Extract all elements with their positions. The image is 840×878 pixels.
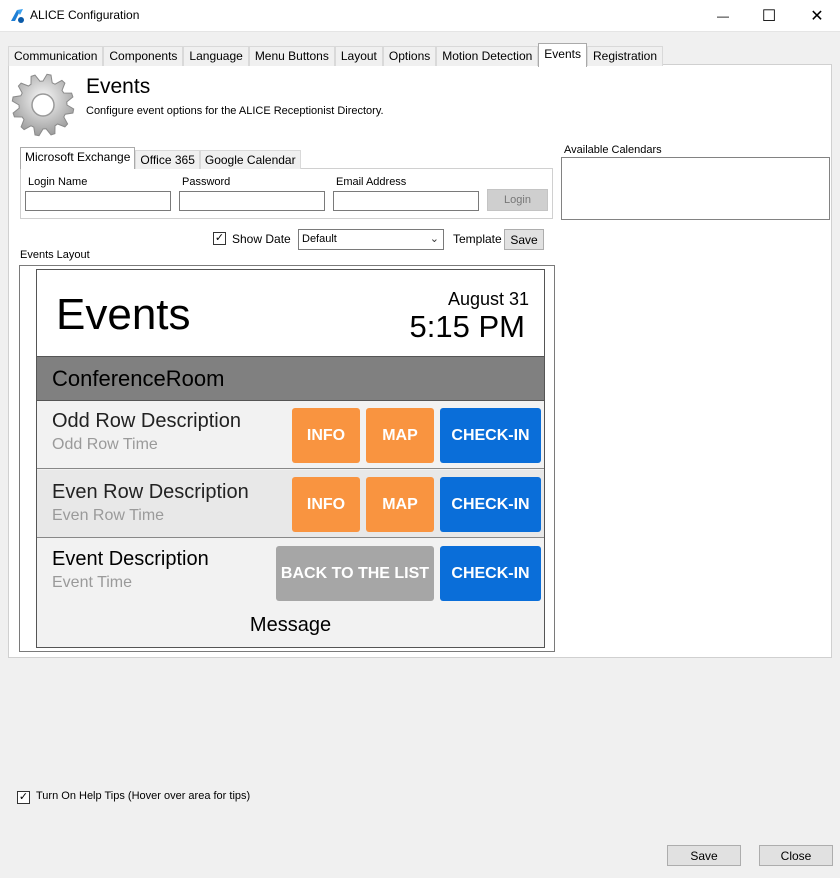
chevron-down-icon: ⌄ <box>429 233 439 245</box>
events-layout-label: Events Layout <box>20 249 90 261</box>
password-label: Password <box>182 176 231 188</box>
close-icon: ✕ <box>810 8 824 25</box>
gear-icon <box>10 72 76 138</box>
checkmark-icon: ✓ <box>214 232 225 244</box>
back-to-list-button[interactable]: BACK TO THE LIST <box>276 546 434 601</box>
main-tab-strip: Communication Components Language Menu Butt… <box>8 43 664 67</box>
tab-menu-buttons[interactable]: Menu Buttons <box>248 46 335 66</box>
event-description: Event Description <box>52 548 209 570</box>
save-button[interactable]: Save <box>667 845 741 866</box>
page-description: Configure event options for the ALICE Re… <box>86 105 384 117</box>
checkmark-icon: ✓ <box>18 791 29 803</box>
even-info-button[interactable]: INFO <box>292 477 360 532</box>
close-button[interactable]: Close <box>759 845 833 866</box>
window-title: ALICE Configuration <box>30 8 140 22</box>
odd-map-button[interactable]: MAP <box>366 408 434 463</box>
close-window-button[interactable]: ✕ <box>794 0 840 32</box>
tab-communication[interactable]: Communication <box>8 46 104 66</box>
tab-components[interactable]: Components <box>103 46 184 66</box>
maximize-icon: ☐ <box>761 8 777 25</box>
preview-date: August 31 <box>447 289 529 309</box>
calendar-tab-office-365[interactable]: Office 365 <box>135 150 200 169</box>
login-button[interactable]: Login <box>487 189 548 211</box>
odd-row-time: Odd Row Time <box>52 436 158 453</box>
template-label: Template <box>453 232 502 246</box>
odd-info-button[interactable]: INFO <box>292 408 360 463</box>
preview-title: Events <box>56 290 191 339</box>
tab-layout[interactable]: Layout <box>334 46 383 66</box>
tab-options[interactable]: Options <box>382 46 437 66</box>
alice-app-icon <box>8 7 26 25</box>
help-tips-label: Turn On Help Tips (Hover over area for t… <box>36 790 251 802</box>
template-save-button[interactable]: Save <box>504 229 544 250</box>
login-name-label: Login Name <box>28 176 88 188</box>
template-select[interactable]: Default ⌄ <box>298 229 444 250</box>
help-tips-checkbox[interactable]: ✓ <box>17 791 30 804</box>
even-row-description: Even Row Description <box>52 481 249 503</box>
available-calendars-list[interactable] <box>561 157 830 220</box>
email-address-label: Email Address <box>336 176 407 188</box>
tab-language[interactable]: Language <box>183 46 249 66</box>
even-checkin-button[interactable]: CHECK-IN <box>440 477 541 532</box>
template-selected-value: Default <box>302 233 337 245</box>
odd-checkin-button[interactable]: CHECK-IN <box>440 408 541 463</box>
even-row-time: Even Row Time <box>52 507 165 524</box>
login-name-input[interactable] <box>25 191 171 211</box>
even-map-button[interactable]: MAP <box>366 477 434 532</box>
event-time: Event Time <box>52 574 133 591</box>
preview-time: 5:15 PM <box>409 309 525 344</box>
tab-events[interactable]: Events <box>538 43 587 67</box>
show-date-label: Show Date <box>232 232 291 246</box>
minimize-icon: — <box>717 9 729 23</box>
maximize-button[interactable]: ☐ <box>746 0 792 32</box>
tab-registration[interactable]: Registration <box>586 46 664 66</box>
email-address-input[interactable] <box>333 191 479 211</box>
show-date-checkbox[interactable]: ✓ <box>213 232 226 245</box>
available-calendars-label: Available Calendars <box>564 144 662 156</box>
password-input[interactable] <box>179 191 325 211</box>
calendar-tab-strip: Microsoft Exchange Office 365 Google Calen… <box>20 147 301 169</box>
calendar-tab-microsoft-exchange[interactable]: Microsoft Exchange <box>20 147 136 169</box>
tab-motion-detection[interactable]: Motion Detection <box>436 46 539 66</box>
preview-room-name: ConferenceRoom <box>52 366 225 391</box>
page-title: Events <box>86 75 151 98</box>
minimize-button[interactable]: — <box>700 0 746 32</box>
event-checkin-button[interactable]: CHECK-IN <box>440 546 541 601</box>
odd-row-description: Odd Row Description <box>52 410 241 432</box>
calendar-tab-google-calendar[interactable]: Google Calendar <box>199 150 301 169</box>
preview-message: Message <box>249 614 332 636</box>
